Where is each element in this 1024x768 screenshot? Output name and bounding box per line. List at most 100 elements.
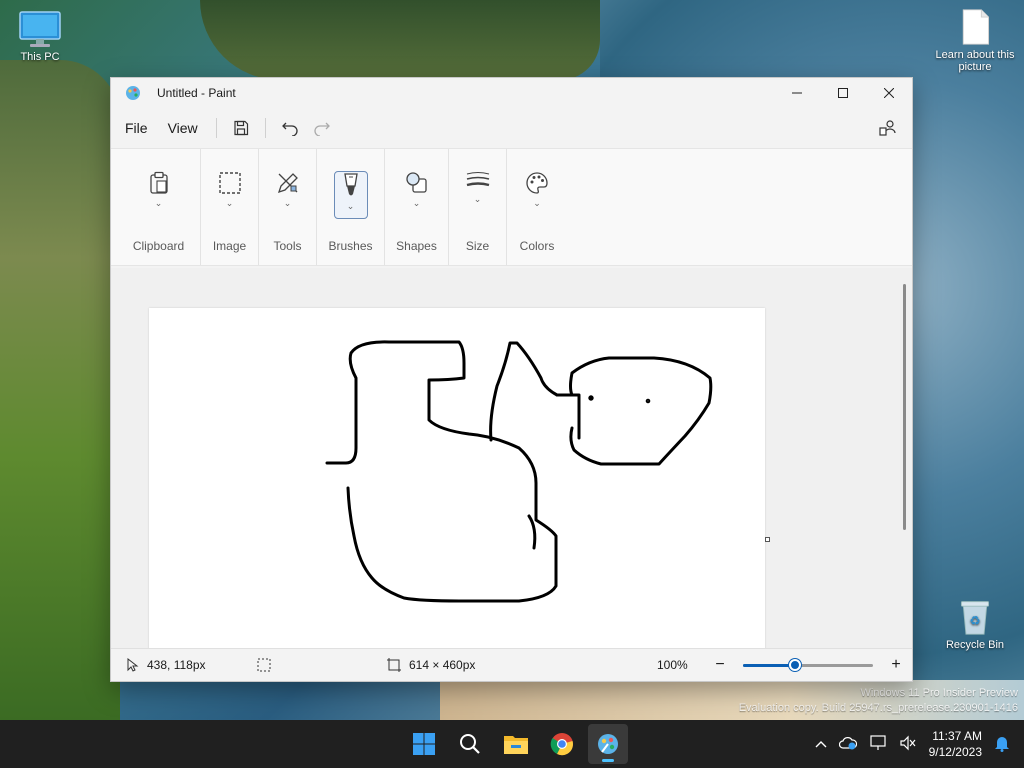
volume-muted-icon: [900, 735, 916, 750]
group-clipboard: ⌄ Clipboard: [117, 149, 201, 265]
minimize-button[interactable]: [774, 78, 820, 108]
minimize-icon: [792, 92, 802, 94]
search-button[interactable]: [450, 724, 490, 764]
desktop-icon-this-pc[interactable]: This PC: [0, 10, 80, 63]
group-brushes: ⌄ Brushes: [317, 149, 385, 265]
group-label: Tools: [273, 239, 302, 253]
selection-size-icon: [257, 658, 271, 672]
file-explorer-icon: [504, 736, 528, 754]
wallpaper-cliff: [0, 60, 120, 720]
redo-button[interactable]: [306, 114, 338, 142]
document-icon: [962, 9, 990, 45]
close-icon: [884, 88, 894, 98]
canvas-size-value: 614 × 460px: [409, 658, 476, 672]
image-select-button[interactable]: ⌄: [213, 171, 247, 219]
start-button[interactable]: [404, 724, 444, 764]
pencil-icon: [277, 173, 298, 194]
cursor-position-value: 438, 118px: [147, 658, 206, 672]
menu-bar: File View: [111, 108, 912, 148]
save-button[interactable]: [225, 114, 257, 142]
chevron-down-icon: ⌄: [473, 194, 482, 204]
volume-button[interactable]: [899, 735, 917, 754]
canvas-area[interactable]: [111, 268, 912, 648]
clock-time: 11:37 AM: [932, 729, 982, 743]
group-label: Clipboard: [132, 239, 185, 253]
paint-taskbar-button[interactable]: [588, 724, 628, 764]
clock[interactable]: 11:37 AM 9/12/2023: [929, 728, 982, 760]
taskbar-apps: [404, 720, 628, 768]
line-width-icon: [466, 172, 489, 187]
zoom-slider[interactable]: [743, 658, 873, 671]
chevron-down-icon: ⌄: [283, 198, 292, 208]
canvas-size: 614 × 460px: [387, 658, 657, 672]
status-bar: 438, 118px 614 × 460px 100% − +: [111, 648, 912, 681]
brushes-button[interactable]: ⌄: [333, 171, 368, 219]
desktop-icon-learn-about-picture[interactable]: Learn about this picture: [935, 8, 1015, 73]
chevron-up-icon: [815, 741, 827, 748]
canvas-size-icon: [387, 658, 401, 672]
drawing-canvas[interactable]: [149, 308, 765, 648]
zoom-in-button[interactable]: +: [883, 656, 909, 674]
account-button[interactable]: [872, 114, 904, 142]
desktop-icon-recycle-bin[interactable]: ♻ Recycle Bin: [935, 598, 1015, 651]
paint-icon: [598, 734, 618, 754]
network-button[interactable]: [869, 734, 887, 754]
clipboard-button[interactable]: ⌄: [142, 171, 176, 219]
watermark-line-2: Evaluation copy. Build 25947.rs_prerelea…: [738, 702, 1018, 714]
bell-icon: [995, 736, 1009, 752]
ribbon: ⌄ Clipboard ⌄ Image ⌄ Tools ⌄ Brushes ⌄ …: [111, 148, 912, 266]
menu-view[interactable]: View: [158, 114, 208, 142]
group-tools: ⌄ Tools: [259, 149, 317, 265]
desktop-icon-label: This PC: [20, 51, 60, 63]
notifications-button[interactable]: [994, 734, 1010, 755]
palette-icon: [526, 172, 548, 194]
account-icon: [879, 120, 896, 136]
cloud-icon: [838, 736, 857, 749]
chrome-button[interactable]: [542, 724, 582, 764]
tools-button[interactable]: ⌄: [271, 171, 305, 219]
undo-button[interactable]: [274, 114, 306, 142]
group-label: Colors: [519, 239, 555, 253]
maximize-button[interactable]: [820, 78, 866, 108]
zoom-level-label: 100%: [657, 658, 688, 672]
colors-button[interactable]: ⌄: [520, 171, 554, 219]
save-icon: [234, 120, 248, 136]
drawing-strokes: [325, 340, 713, 603]
vertical-scrollbar[interactable]: [903, 284, 906, 530]
show-hidden-icons-button[interactable]: [815, 737, 827, 751]
close-button[interactable]: [866, 78, 912, 108]
desktop-icon-label: Learn about this picture: [935, 49, 1015, 73]
menu-separator: [264, 118, 266, 138]
system-tray: 11:37 AM 9/12/2023: [815, 720, 1024, 768]
canvas-resize-handle[interactable]: [765, 537, 770, 542]
zoom-slider-thumb[interactable]: [789, 658, 801, 671]
group-shapes: ⌄ Shapes: [385, 149, 449, 265]
chevron-down-icon: ⌄: [533, 198, 541, 208]
menu-separator: [215, 118, 217, 138]
monitor-icon: [19, 11, 61, 47]
zoom-controls: 100% − +: [657, 656, 909, 674]
chrome-icon: [550, 733, 573, 756]
menu-file[interactable]: File: [115, 114, 158, 142]
watermark-line-1: Windows 11 Pro Insider Preview: [860, 687, 1018, 699]
onedrive-button[interactable]: [838, 736, 857, 753]
title-bar[interactable]: Untitled - Paint: [111, 78, 912, 108]
cursor-icon: [127, 658, 139, 672]
file-explorer-button[interactable]: [496, 724, 536, 764]
zoom-out-button[interactable]: −: [707, 656, 733, 674]
zoom-slider-fill: [743, 663, 795, 667]
brush-icon: [343, 173, 358, 196]
svg-text:♻: ♻: [969, 613, 980, 628]
paint-window: Untitled - Paint File View ⌄ Clipboard ⌄…: [110, 77, 913, 682]
paint-app-icon: [126, 86, 140, 100]
chevron-down-icon: ⌄: [412, 198, 421, 208]
selection-size: [257, 658, 387, 672]
clipboard-icon: [149, 171, 168, 194]
group-size: ⌄ Size: [449, 149, 507, 265]
recycle-bin-icon: ♻: [960, 601, 990, 635]
window-title: Untitled - Paint: [157, 86, 236, 100]
group-label: Image: [212, 239, 247, 253]
shapes-button[interactable]: ⌄: [400, 171, 434, 219]
size-button[interactable]: ⌄: [461, 171, 495, 219]
redo-icon: [314, 122, 330, 136]
